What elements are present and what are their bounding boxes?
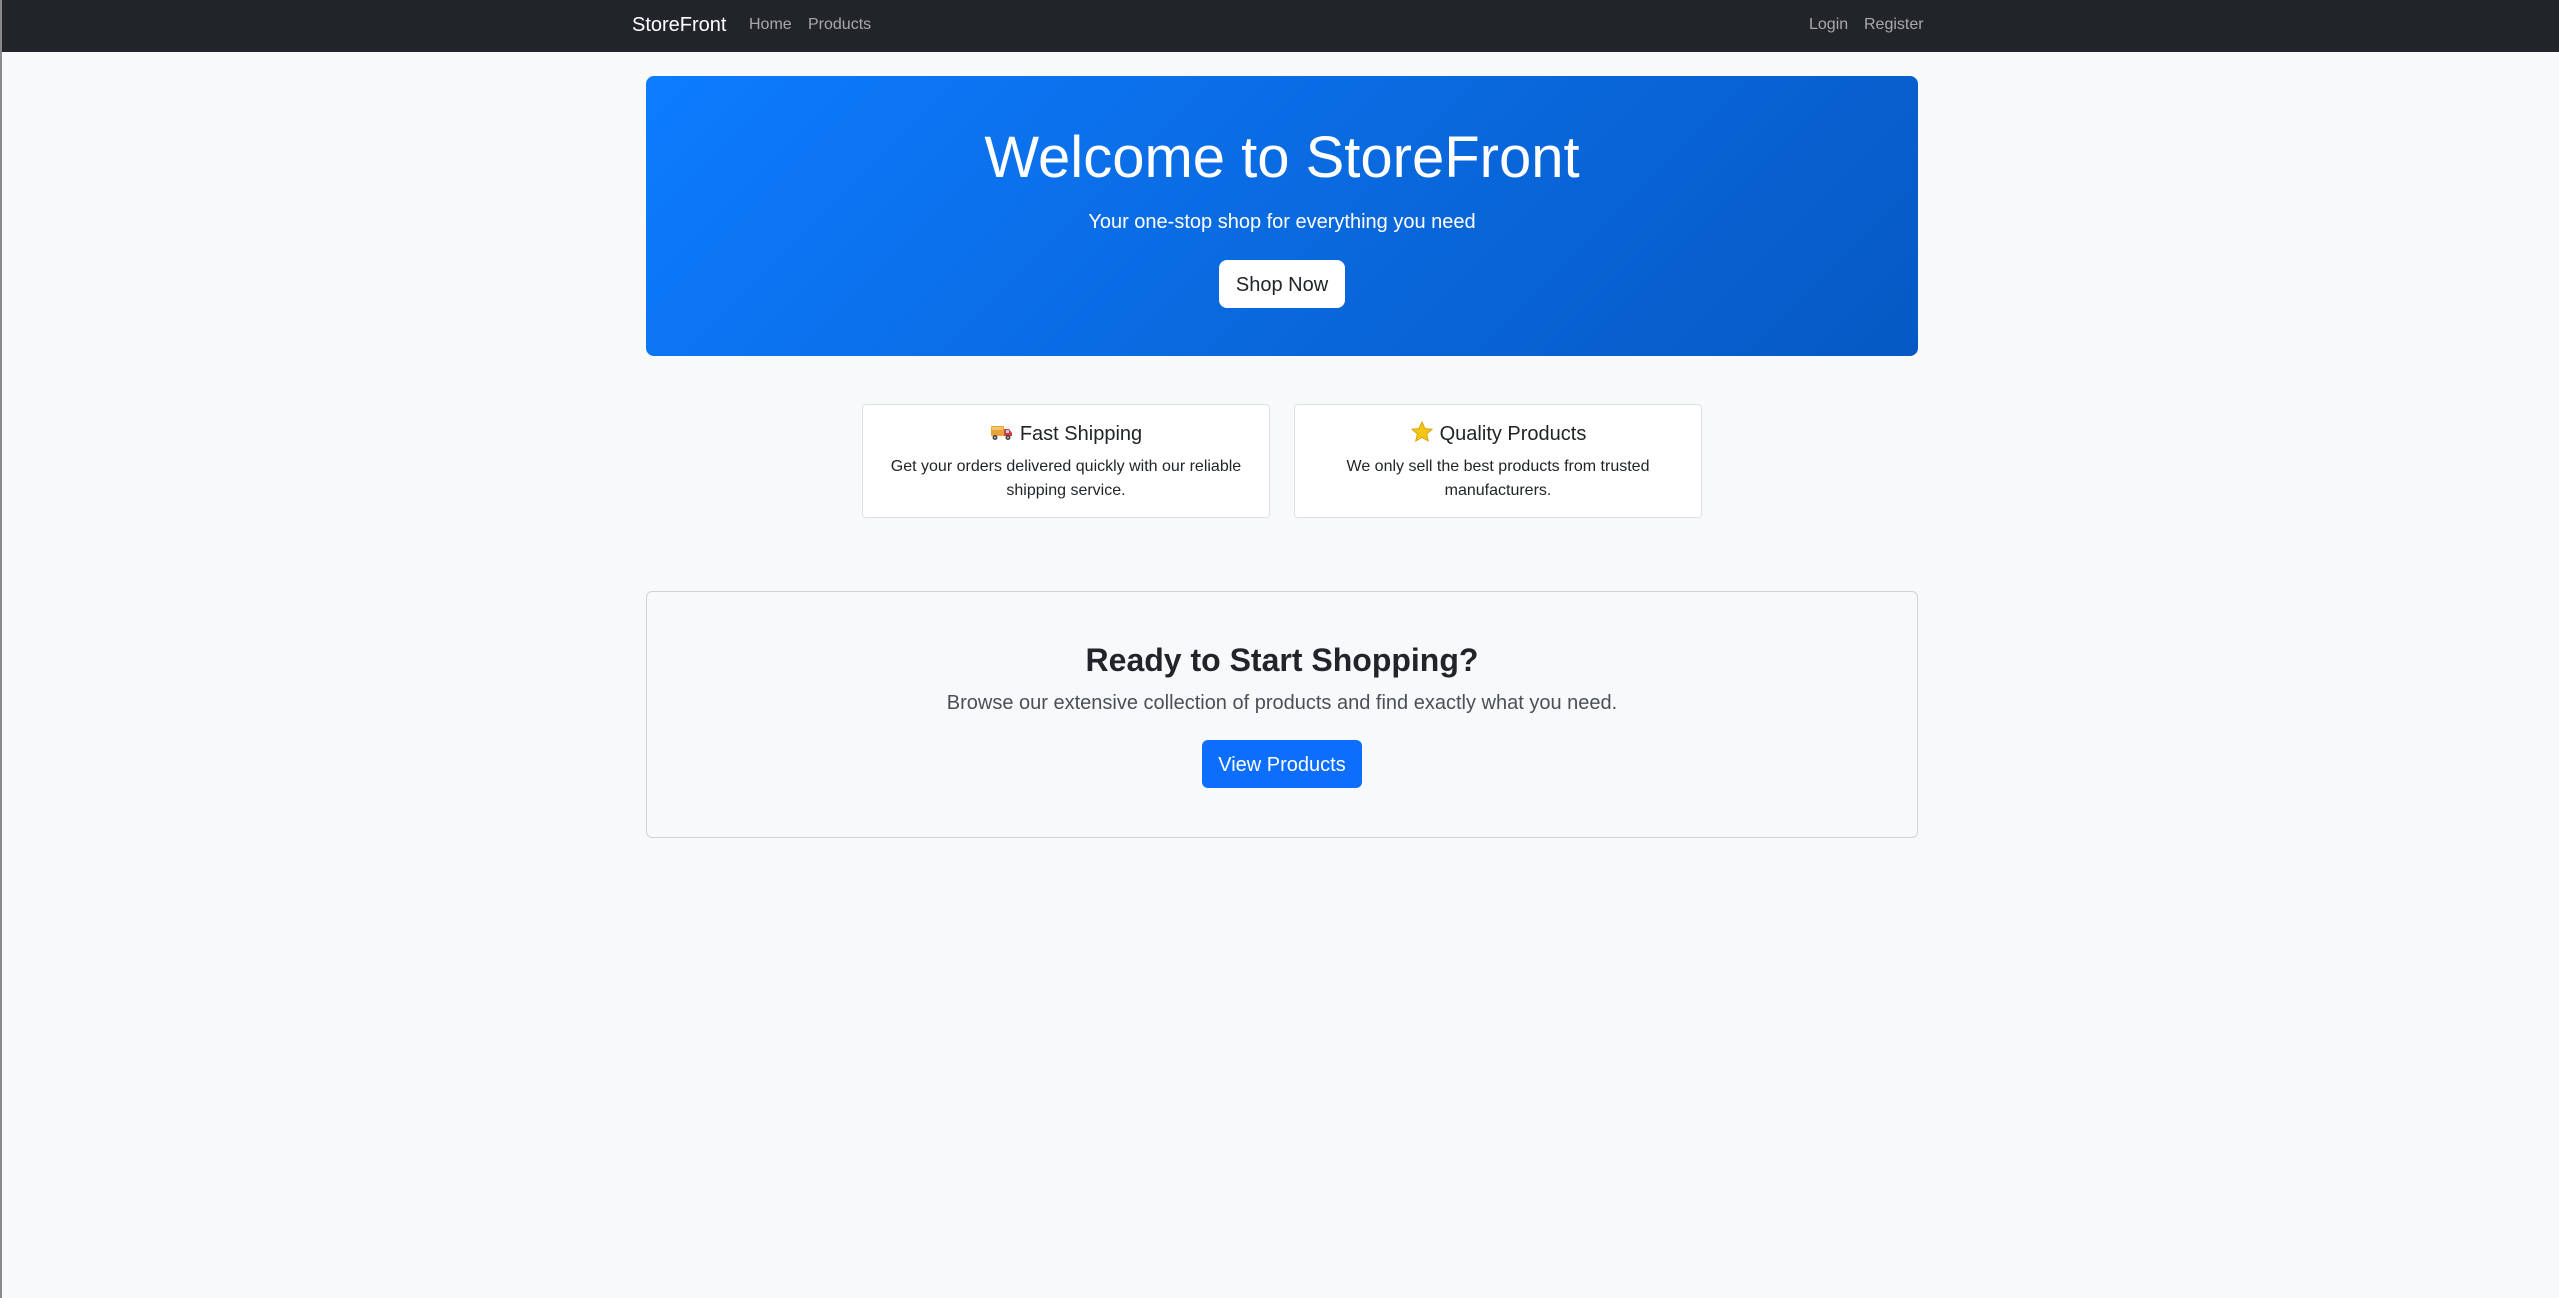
star-icon <box>1410 420 1434 443</box>
cta-text: Browse our extensive collection of produ… <box>946 692 1618 714</box>
feature-card-quality-products: Quality Products We only sell the best p… <box>1294 404 1702 518</box>
page: StoreFront Home Products Login Register … <box>0 0 2559 1298</box>
hero-subtitle: Your one-stop shop for everything you ne… <box>1088 211 1476 233</box>
nav-link-home[interactable]: Home <box>749 14 792 36</box>
feature-card-fast-shipping: Fast Shipping Get your orders delivered … <box>862 404 1270 518</box>
feature-card-text: Get your orders delivered quickly with o… <box>890 458 1242 499</box>
cta-title: Ready to Start Shopping? <box>1085 642 1479 678</box>
feature-card-text: We only sell the best products from trus… <box>1346 458 1650 499</box>
nav-link-register[interactable]: Register <box>1864 14 1924 36</box>
cta-section: Ready to Start Shopping? Browse our exte… <box>646 591 1918 838</box>
hero-banner: Welcome to StoreFront Your one-stop shop… <box>646 76 1918 356</box>
feature-card-title: Quality Products <box>1295 420 1701 447</box>
view-products-button[interactable]: View Products <box>1202 740 1362 788</box>
feature-card-title: Fast Shipping <box>863 421 1269 447</box>
feature-card-title-text: Quality Products <box>1439 423 1587 445</box>
truck-icon <box>990 421 1014 443</box>
navbar: StoreFront Home Products Login Register <box>2 0 2559 52</box>
shop-now-button[interactable]: Shop Now <box>1219 260 1345 308</box>
nav-link-products[interactable]: Products <box>808 14 871 36</box>
feature-card-title-text: Fast Shipping <box>1019 423 1143 445</box>
brand-link[interactable]: StoreFront <box>632 12 726 38</box>
hero-title: Welcome to StoreFront <box>984 125 1580 190</box>
nav-link-login[interactable]: Login <box>1809 14 1848 36</box>
